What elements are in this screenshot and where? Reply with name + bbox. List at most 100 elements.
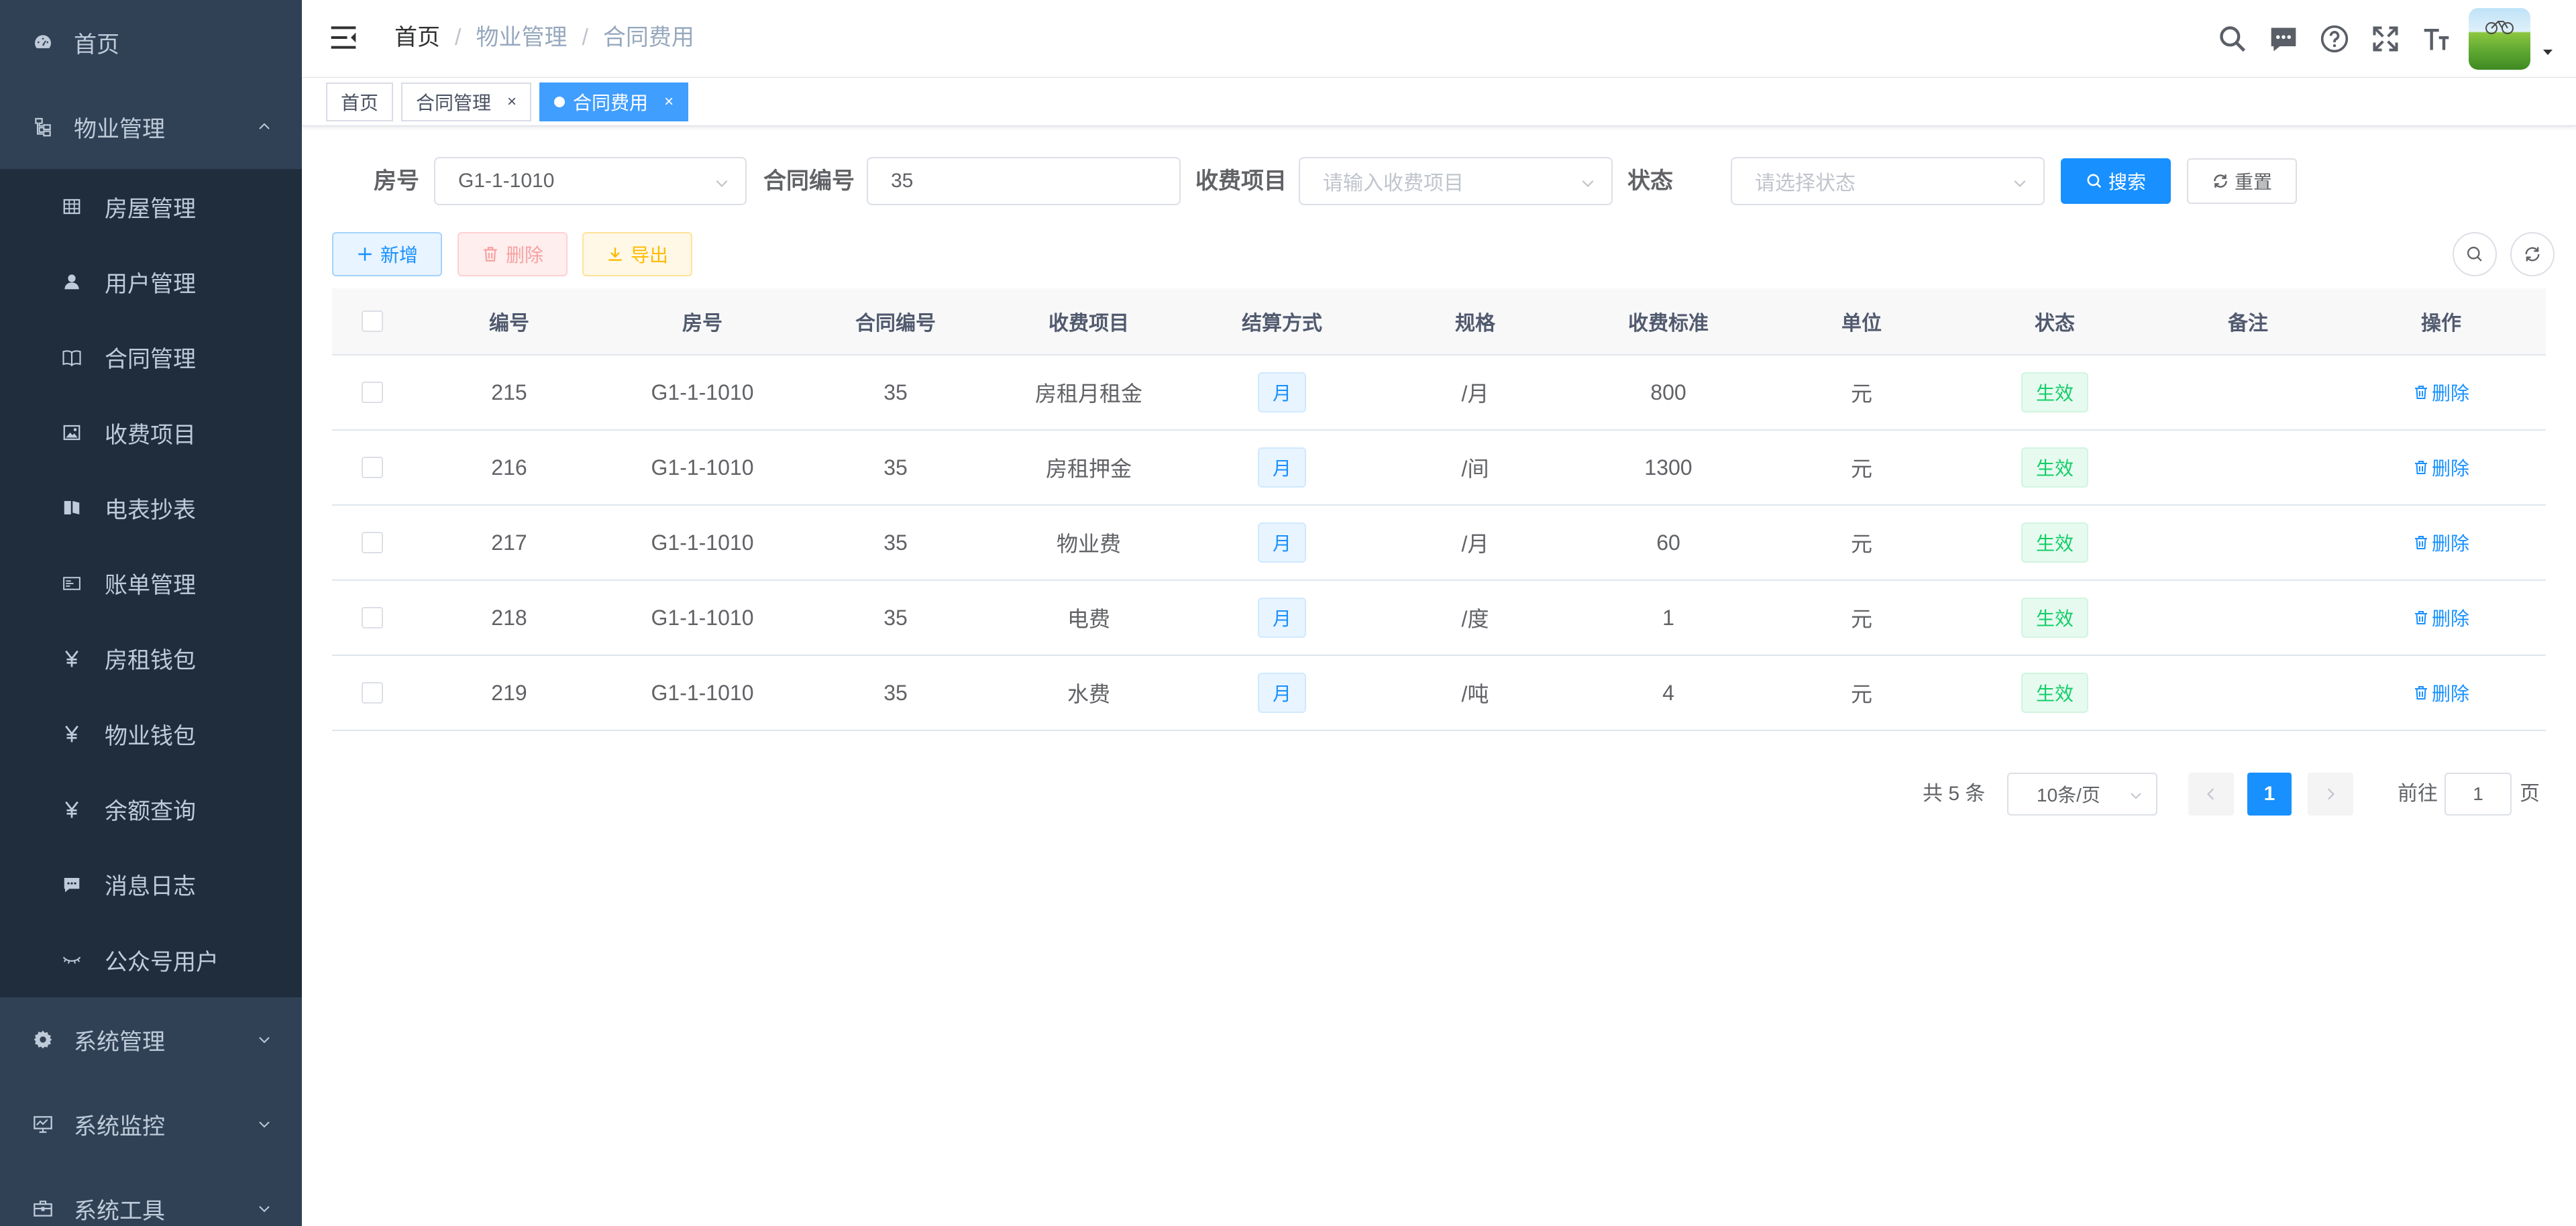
sidebar-item-meter[interactable]: 电表抄表	[0, 470, 302, 545]
sidebar-item-system-monitor[interactable]: 系统监控	[0, 1082, 302, 1166]
sidebar-item-bill[interactable]: 账单管理	[0, 545, 302, 620]
close-icon[interactable]: ×	[664, 93, 674, 111]
table-row: 218 G1-1-1010 35 电费 月/度 1 元 生效 删除	[332, 581, 2546, 656]
room-select[interactable]: G1-1-1010	[434, 157, 747, 205]
header-message-button[interactable]	[2258, 0, 2309, 78]
header-help-button[interactable]	[2309, 0, 2360, 78]
cell-item: 房租月租金	[1034, 382, 1142, 406]
plus-icon	[358, 247, 372, 261]
row-delete-button[interactable]: 删除	[2413, 604, 2469, 631]
export-button[interactable]: 导出	[582, 232, 692, 276]
delete-button[interactable]: 删除	[458, 232, 568, 276]
avatar[interactable]	[2469, 8, 2530, 70]
fee-item-select[interactable]: 请输入收费项目	[1299, 157, 1613, 205]
breadcrumb-item[interactable]: 首页	[394, 23, 440, 52]
status-badge: 生效	[2021, 522, 2088, 563]
tag-contract-fee[interactable]: 合同费用 ×	[539, 82, 689, 121]
column-header: 状态	[2035, 313, 2075, 335]
row-checkbox[interactable]	[362, 382, 383, 403]
cell-status: 生效	[1958, 431, 2151, 504]
add-button[interactable]: 新增	[332, 232, 442, 276]
search-icon	[2087, 174, 2102, 188]
sidebar-item-property[interactable]: 物业管理	[0, 85, 302, 169]
message-icon	[60, 873, 83, 896]
page-number-active[interactable]: 1	[2247, 773, 2292, 816]
search-icon	[2220, 26, 2246, 52]
header-size-button[interactable]	[2411, 0, 2462, 78]
contract-input[interactable]: 35	[867, 157, 1181, 205]
tag-contract-manage[interactable]: 合同管理 ×	[401, 82, 532, 121]
cell-standard: 1300	[1644, 455, 1693, 480]
trash-icon	[2414, 461, 2427, 474]
cell-action: 删除	[2345, 431, 2538, 504]
cell-action: 删除	[2345, 581, 2538, 655]
refresh-button[interactable]	[2510, 232, 2555, 276]
cell-remark	[2151, 431, 2345, 504]
row-delete-button[interactable]: 删除	[2413, 379, 2469, 406]
cell-item: 水费	[1067, 682, 1110, 706]
status-badge: 生效	[2021, 673, 2088, 713]
caret-down-icon	[2543, 50, 2553, 55]
search-button[interactable]: 搜索	[2061, 158, 2171, 204]
sidebar-item-fee-item[interactable]: 收费项目	[0, 395, 302, 470]
chevron-down-icon	[1582, 180, 1594, 187]
avatar-image-icon	[2485, 21, 2514, 34]
cell-unit: 元	[1850, 607, 1872, 631]
cell-contract: 35	[883, 455, 908, 480]
row-checkbox[interactable]	[362, 682, 383, 704]
page-size-select[interactable]: 10条/页	[2007, 773, 2157, 816]
sidebar-item-home[interactable]: 首页	[0, 0, 302, 85]
select-all-checkbox[interactable]	[362, 311, 383, 332]
cell-standard: 60	[1656, 530, 1680, 555]
pagination: 共 5 条 10条/页 1 前往 1 页	[0, 773, 2576, 816]
status-select[interactable]: 请选择状态	[1731, 157, 2045, 205]
tag-home[interactable]: 首页	[326, 82, 394, 121]
close-icon[interactable]: ×	[507, 93, 517, 111]
sidebar-item-rent-wallet[interactable]: 房租钱包	[0, 621, 302, 696]
chevron-right-icon	[2327, 788, 2334, 800]
table-header: 编号 房号 合同编号 收费项目 结算方式 规格 收费标准 单位 状态 备注 操作	[332, 288, 2546, 355]
goto-page-input[interactable]: 1	[2445, 773, 2512, 816]
cell-action: 删除	[2345, 355, 2538, 429]
sidebar-item-wechat-user[interactable]: 公众号用户	[0, 922, 302, 997]
table-row: 215 G1-1-1010 35 房租月租金 月/月 800 元 生效 删除	[332, 355, 2546, 431]
hamburger-icon[interactable]	[329, 23, 358, 52]
cell-id: 216	[491, 455, 527, 480]
sidebar-item-system-manage[interactable]: 系统管理	[0, 997, 302, 1082]
sidebar-item-system-tools[interactable]: 系统工具	[0, 1166, 302, 1226]
header-fullscreen-button[interactable]	[2360, 0, 2411, 78]
sidebar-item-label: 首页	[74, 32, 119, 58]
row-checkbox[interactable]	[362, 607, 383, 628]
row-delete-button[interactable]: 删除	[2413, 679, 2469, 706]
sidebar-item-user[interactable]: 用户管理	[0, 244, 302, 319]
tree-icon	[31, 115, 55, 139]
toggle-search-button[interactable]	[2453, 232, 2497, 276]
cell-spec: /间	[1461, 457, 1489, 481]
sidebar-item-house[interactable]: 房屋管理	[0, 169, 302, 244]
reset-button[interactable]: 重置	[2187, 158, 2297, 204]
user-dropdown[interactable]	[2469, 8, 2555, 70]
column-header: 规格	[1455, 313, 1495, 335]
row-checkbox[interactable]	[362, 532, 383, 553]
image-icon	[60, 421, 83, 444]
sidebar-item-label: 系统管理	[74, 1029, 165, 1055]
cell-contract: 35	[883, 680, 908, 705]
row-delete-button[interactable]: 删除	[2413, 529, 2469, 556]
row-checkbox[interactable]	[362, 457, 383, 478]
chevron-left-icon	[2207, 788, 2214, 800]
reset-button-label: 重置	[2234, 172, 2272, 192]
status-badge: 生效	[2021, 598, 2088, 638]
sidebar-item-label: 系统工具	[74, 1198, 165, 1224]
cell-settle: 月	[1185, 656, 1379, 730]
cell-settle: 月	[1185, 581, 1379, 655]
cell-remark	[2151, 506, 2345, 579]
sidebar-item-contract[interactable]: 合同管理	[0, 320, 302, 395]
row-delete-button[interactable]: 删除	[2413, 454, 2469, 481]
sidebar-item-message-log[interactable]: 消息日志	[0, 847, 302, 922]
cell-action: 删除	[2345, 656, 2538, 730]
cell-room: G1-1-1010	[651, 680, 754, 705]
next-page-button[interactable]	[2308, 773, 2353, 816]
sidebar-item-property-wallet[interactable]: 物业钱包	[0, 696, 302, 771]
prev-page-button[interactable]	[2188, 773, 2234, 816]
header-search-button[interactable]	[2207, 0, 2258, 78]
